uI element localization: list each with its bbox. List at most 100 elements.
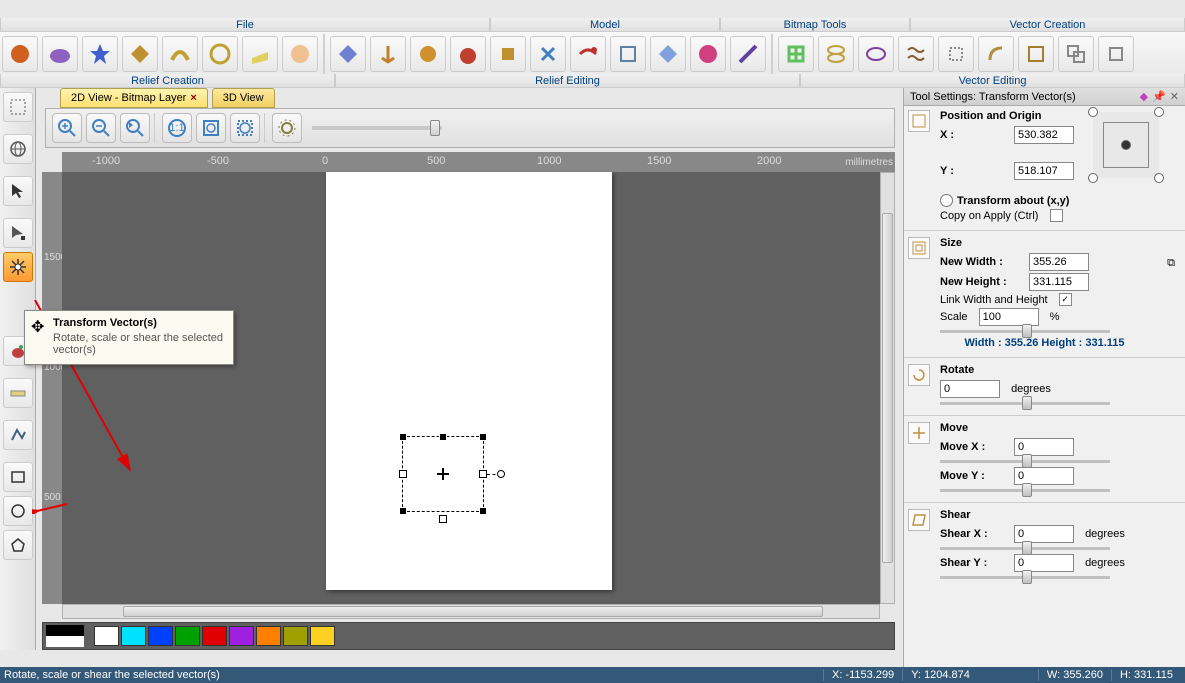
- status-x: X: -1153.299: [823, 669, 902, 681]
- swatch-purple[interactable]: [229, 626, 254, 646]
- copy-on-apply-checkbox[interactable]: [1050, 209, 1063, 222]
- relief-tool-diamond[interactable]: [122, 36, 158, 72]
- circle-tool[interactable]: [3, 496, 33, 526]
- new-width-input[interactable]: [1029, 253, 1089, 271]
- ribbon-group-file: File: [0, 18, 490, 32]
- movex-slider[interactable]: [940, 460, 1110, 463]
- zoom-slider[interactable]: [312, 126, 442, 130]
- edit-tool-10[interactable]: [690, 36, 726, 72]
- edit-tool-6[interactable]: [530, 36, 566, 72]
- swatch-blue[interactable]: [148, 626, 173, 646]
- link-icon[interactable]: ⧉: [1167, 257, 1175, 270]
- polygon-tool[interactable]: [3, 530, 33, 560]
- relief-tool-weave[interactable]: [202, 36, 238, 72]
- statusbar: Rotate, scale or shear the selected vect…: [0, 667, 1185, 683]
- vedit-tool-3[interactable]: [858, 36, 894, 72]
- horizontal-scrollbar[interactable]: [62, 604, 880, 619]
- swatch-green[interactable]: [175, 626, 200, 646]
- zoom-11-button[interactable]: 1:1: [162, 113, 192, 143]
- rotate-handle[interactable]: [497, 470, 505, 478]
- current-colors[interactable]: [46, 625, 84, 647]
- vertical-scrollbar[interactable]: [880, 172, 895, 604]
- canvas-2d-view[interactable]: [62, 172, 880, 604]
- edit-tool-4[interactable]: [450, 36, 486, 72]
- resize-handle-tc[interactable]: [439, 433, 447, 441]
- swatch-orange[interactable]: [256, 626, 281, 646]
- swatch-cyan[interactable]: [121, 626, 146, 646]
- transform-about-radio[interactable]: [940, 194, 953, 207]
- zoom-in-button[interactable]: [52, 113, 82, 143]
- main-toolbar: [0, 32, 1185, 80]
- status-y: Y: 1204.874: [902, 669, 978, 681]
- edit-tool-11[interactable]: [730, 36, 766, 72]
- resize-handle-ml[interactable]: [399, 470, 407, 478]
- relief-tool-star[interactable]: [82, 36, 118, 72]
- resize-handle-mr[interactable]: [479, 470, 487, 478]
- vedit-tool-5[interactable]: [938, 36, 974, 72]
- x-input[interactable]: [1014, 126, 1074, 144]
- tab-3d-view[interactable]: 3D View: [212, 88, 275, 108]
- zoom-prev-button[interactable]: [120, 113, 150, 143]
- transform-tool[interactable]: [3, 252, 33, 282]
- resize-handle-tl[interactable]: [399, 433, 407, 441]
- rectangle-tool[interactable]: [3, 462, 33, 492]
- new-height-input[interactable]: [1029, 273, 1089, 291]
- pin2-icon[interactable]: 📌: [1152, 90, 1166, 103]
- resize-handle-tr[interactable]: [479, 433, 487, 441]
- marquee-tool[interactable]: [3, 92, 33, 122]
- resize-handle-bl[interactable]: [399, 507, 407, 515]
- globe-tool[interactable]: [3, 134, 33, 164]
- edit-tool-7[interactable]: [570, 36, 606, 72]
- tab-2d-view[interactable]: 2D View - Bitmap Layer ×: [60, 88, 208, 108]
- close-icon[interactable]: ×: [190, 92, 196, 104]
- node-tool[interactable]: [3, 218, 33, 248]
- swatch-white[interactable]: [94, 626, 119, 646]
- shearx-slider[interactable]: [940, 547, 1110, 550]
- swatch-yellow[interactable]: [310, 626, 335, 646]
- vedit-tool-7[interactable]: [1018, 36, 1054, 72]
- pin-icon[interactable]: ◆: [1140, 90, 1148, 103]
- close-panel-icon[interactable]: ✕: [1170, 90, 1179, 103]
- select-tool[interactable]: [3, 176, 33, 206]
- ruler-unit-label: millimetres: [845, 157, 893, 168]
- polyline-tool[interactable]: [3, 420, 33, 450]
- relief-tool-face[interactable]: [282, 36, 318, 72]
- vedit-tool-9[interactable]: [1098, 36, 1134, 72]
- movey-slider[interactable]: [940, 489, 1110, 492]
- relief-tool-1[interactable]: [2, 36, 38, 72]
- y-input[interactable]: [1014, 162, 1074, 180]
- edit-tool-9[interactable]: [650, 36, 686, 72]
- settings-gear-button[interactable]: [272, 113, 302, 143]
- measure-tool[interactable]: [3, 378, 33, 408]
- origin-picker[interactable]: [1093, 112, 1159, 178]
- svg-text:1:1: 1:1: [169, 122, 184, 134]
- edit-tool-5[interactable]: [490, 36, 526, 72]
- status-w: W: 355.260: [1038, 669, 1111, 681]
- rotate-slider[interactable]: [940, 402, 1110, 405]
- zoom-out-button[interactable]: [86, 113, 116, 143]
- link-wh-checkbox[interactable]: ✓: [1059, 293, 1072, 306]
- vedit-tool-1[interactable]: [778, 36, 814, 72]
- relief-tool-curve[interactable]: [162, 36, 198, 72]
- vedit-tool-4[interactable]: [898, 36, 934, 72]
- relief-tool-2[interactable]: [42, 36, 78, 72]
- edit-tool-1[interactable]: [330, 36, 366, 72]
- relief-tool-slab[interactable]: [242, 36, 278, 72]
- zoom-fit-button[interactable]: [196, 113, 226, 143]
- resize-handle-bc[interactable]: [439, 515, 447, 523]
- scale-slider[interactable]: [940, 330, 1110, 333]
- edit-tool-2[interactable]: [370, 36, 406, 72]
- resize-handle-br[interactable]: [479, 507, 487, 515]
- vedit-tool-2[interactable]: [818, 36, 854, 72]
- edit-tool-8[interactable]: [610, 36, 646, 72]
- zoom-sel-button[interactable]: [230, 113, 260, 143]
- sheary-slider[interactable]: [940, 576, 1110, 579]
- swatch-olive[interactable]: [283, 626, 308, 646]
- swatch-red[interactable]: [202, 626, 227, 646]
- vedit-tool-8[interactable]: [1058, 36, 1094, 72]
- vedit-tool-6[interactable]: [978, 36, 1014, 72]
- edit-tool-3[interactable]: [410, 36, 446, 72]
- size-section-icon: [908, 237, 930, 259]
- vector-selection[interactable]: [402, 436, 484, 512]
- rotate-input[interactable]: [940, 380, 1000, 398]
